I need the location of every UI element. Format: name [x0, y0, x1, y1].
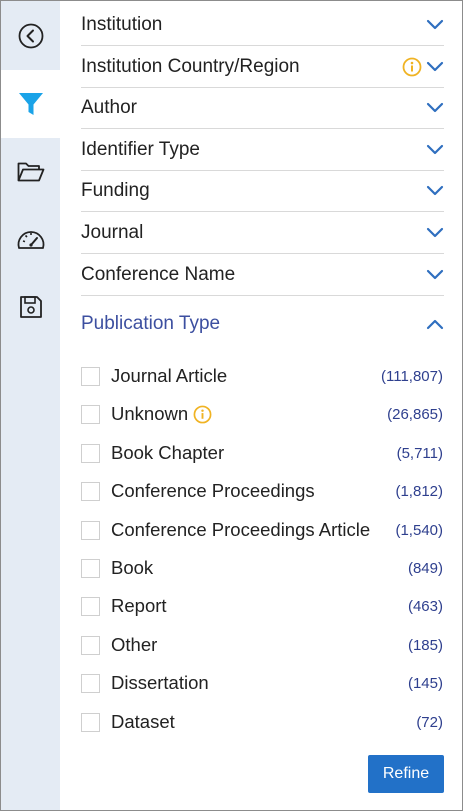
- option-dataset: Dataset (72): [81, 707, 444, 737]
- chevron-down-icon: [426, 61, 444, 72]
- checkbox[interactable]: [81, 520, 100, 540]
- checkbox[interactable]: [81, 712, 100, 732]
- filter-journal[interactable]: Journal: [81, 213, 444, 254]
- option-report: Report (463): [81, 591, 444, 621]
- option-book-chapter: Book Chapter (5,711): [81, 438, 444, 468]
- filter-funding[interactable]: Funding: [81, 171, 444, 212]
- chevron-down-icon: [426, 185, 444, 196]
- option-count: (1,812): [395, 482, 443, 500]
- filter-label: Conference Name: [81, 264, 236, 285]
- save-tab[interactable]: [1, 277, 60, 337]
- filter-identifier-type[interactable]: Identifier Type: [81, 130, 444, 171]
- option-label: Unknown: [111, 403, 189, 424]
- option-count: (185): [407, 636, 443, 654]
- chevron-down-icon: [426, 102, 444, 113]
- option-count: (1,540): [395, 521, 443, 539]
- folders-tab[interactable]: [1, 142, 60, 202]
- filter-institution-country[interactable]: Institution Country/Region: [81, 47, 444, 88]
- checkbox[interactable]: [81, 673, 100, 693]
- filter-institution[interactable]: Institution: [81, 5, 444, 46]
- chevron-down-icon: [426, 227, 444, 238]
- chevron-down-icon: [426, 144, 444, 155]
- filter-label: Identifier Type: [81, 139, 201, 160]
- filter-label: Institution: [81, 14, 163, 35]
- option-label: Book Chapter: [111, 442, 225, 463]
- refine-button[interactable]: Refine: [368, 755, 444, 793]
- filter-sidebar: Institution Institution Country/Region A…: [0, 0, 463, 811]
- option-count: (5,711): [396, 444, 443, 462]
- checkbox[interactable]: [81, 443, 100, 463]
- option-label: Book: [111, 557, 154, 578]
- dashboard-tab[interactable]: [1, 210, 60, 270]
- publication-type-title: Publication Type: [81, 313, 221, 334]
- filter-label: Journal: [81, 222, 144, 243]
- filter-icon: [18, 93, 43, 115]
- option-conference-proceedings-article: Conference Proceedings Article (1,540): [81, 515, 444, 545]
- option-count: (72): [416, 713, 443, 731]
- option-label: Other: [111, 634, 158, 655]
- info-icon[interactable]: [193, 405, 212, 424]
- chevron-down-icon: [426, 19, 444, 30]
- back-button[interactable]: [1, 6, 60, 66]
- back-circle-icon: [18, 23, 43, 49]
- dashboard-gauge-icon: [17, 231, 44, 249]
- option-book: Book (849): [81, 553, 444, 583]
- save-disk-icon: [19, 296, 42, 318]
- option-label: Dissertation: [111, 672, 209, 693]
- filter-tab[interactable]: [1, 70, 60, 138]
- filter-label: Institution Country/Region: [81, 56, 300, 77]
- filter-label: Funding: [81, 180, 150, 201]
- option-label: Dataset: [111, 711, 175, 732]
- chevron-up-icon: [426, 319, 444, 330]
- filter-author[interactable]: Author: [81, 88, 444, 129]
- option-count: (111,807): [381, 367, 443, 385]
- filter-publication-type[interactable]: Publication Type: [81, 304, 444, 344]
- checkbox[interactable]: [81, 558, 100, 578]
- option-dissertation: Dissertation (145): [81, 668, 444, 698]
- option-count: (849): [407, 559, 443, 577]
- checkbox[interactable]: [81, 635, 100, 655]
- option-count: (26,865): [387, 405, 443, 423]
- chevron-down-icon: [426, 269, 444, 280]
- option-count: (463): [407, 597, 443, 615]
- icon-rail: [1, 1, 60, 810]
- checkbox[interactable]: [81, 404, 100, 424]
- option-label: Conference Proceedings: [111, 480, 315, 501]
- checkbox[interactable]: [81, 481, 100, 501]
- option-journal-article: Journal Article (111,807): [81, 361, 444, 391]
- filter-conference-name[interactable]: Conference Name: [81, 255, 444, 296]
- folder-open-icon: [17, 162, 44, 182]
- option-label: Report: [111, 595, 167, 616]
- info-icon[interactable]: [402, 57, 422, 77]
- option-conference-proceedings: Conference Proceedings (1,812): [81, 476, 444, 506]
- checkbox[interactable]: [81, 596, 100, 616]
- option-other: Other (185): [81, 630, 444, 660]
- filter-label: Author: [81, 97, 137, 118]
- option-count: (145): [407, 674, 443, 692]
- option-label: Conference Proceedings Article: [111, 519, 371, 540]
- checkbox[interactable]: [81, 366, 100, 386]
- option-unknown: Unknown (26,865): [81, 399, 444, 429]
